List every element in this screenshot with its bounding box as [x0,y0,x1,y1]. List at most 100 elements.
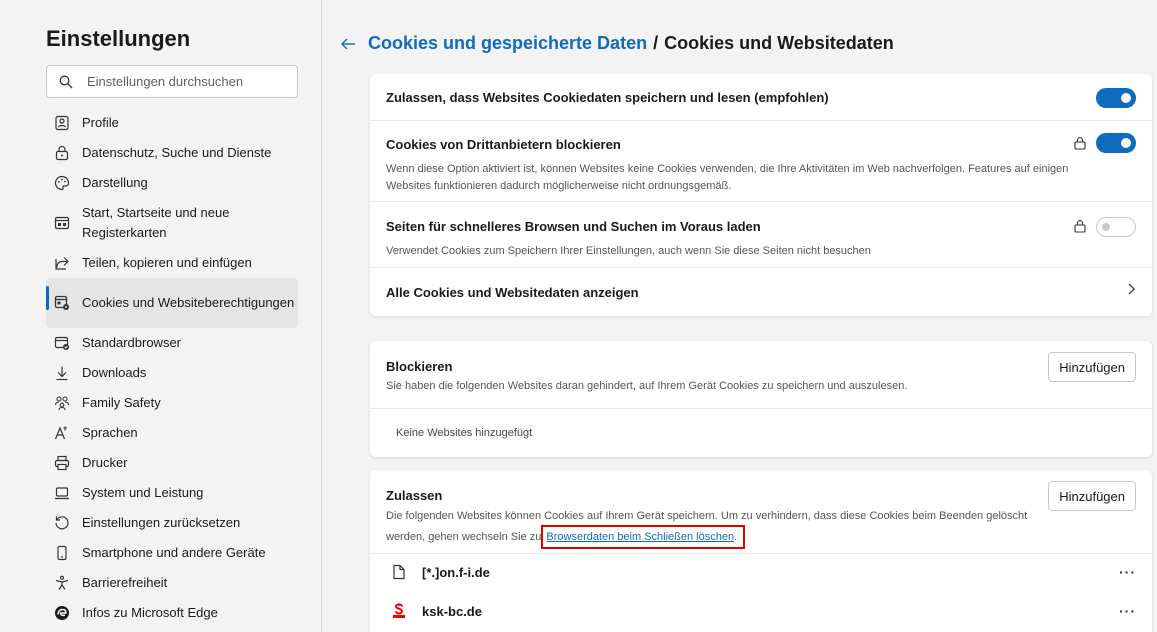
sidebar-item-label: Darstellung [82,175,148,190]
printer-icon [54,455,70,471]
policy-lock-icon [1074,219,1086,233]
allow-cookies-label: Zulassen, dass Websites Cookiedaten spei… [386,90,829,105]
sidebar-item-label: Drucker [82,455,128,470]
profile-icon [54,115,70,131]
allowed-site-row: [*.]on.f-i.de ··· [370,554,1152,590]
block-third-party-toggle[interactable] [1096,133,1136,153]
sidebar-item-cookies[interactable]: Cookies und Websiteberechtigungen [46,278,298,328]
search-input[interactable] [87,74,287,89]
settings-nav: Profile Datenschutz, Suche und Dienste D… [46,108,298,628]
download-icon [54,365,70,381]
breadcrumb-separator: / [653,33,659,53]
allow-description-line1: Die folgenden Websites können Cookies au… [386,510,1028,522]
allowed-site-name: ksk-bc.de [422,603,482,619]
allow-add-button[interactable]: Hinzufügen [1048,481,1136,511]
allow-cookies-row: Zulassen, dass Websites Cookiedaten spei… [370,74,1152,121]
sidebar-item-system[interactable]: System und Leistung [46,478,298,508]
allow-header-row: Zulassen Die folgenden Websites können C… [370,470,1152,554]
sidebar-item-privacy[interactable]: Datenschutz, Suche und Dienste [46,138,298,168]
sidebar-item-label: System und Leistung [82,485,204,500]
sidebar-item-label: Smartphone und andere Geräte [82,545,266,560]
reset-icon [54,515,70,531]
settings-main: Cookies und gespeicherte Daten / Cookies… [340,0,1157,632]
search-box[interactable] [46,65,298,98]
block-third-party-row: Cookies von Drittanbietern blockieren We… [370,121,1152,202]
edge-logo-icon [54,605,70,621]
sidebar-item-label: Standardbrowser [82,335,181,350]
sidebar-item-label: Family Safety [82,395,161,410]
sidebar-item-share[interactable]: Teilen, kopieren und einfügen [46,248,298,278]
sidebar-item-reset[interactable]: Einstellungen zurücksetzen [46,508,298,538]
start-page-icon [54,215,70,231]
sidebar-item-accessibility[interactable]: Barrierefreiheit [46,568,298,598]
block-add-button[interactable]: Hinzufügen [1048,352,1136,382]
allowed-site-row: ksk-bc.de ··· [370,590,1152,632]
sidebar-item-label: Teilen, kopieren und einfügen [82,255,252,270]
block-title: Blockieren [386,359,453,374]
block-empty-text: Keine Websites hinzugefügt [396,427,533,439]
smartphone-icon [54,545,70,561]
family-icon [54,395,70,411]
arrow-left-icon[interactable] [340,36,356,52]
block-description: Sie haben die folgenden Websites daran g… [386,380,908,392]
allowed-site-name: [*.]on.f-i.de [422,564,490,580]
allow-cookies-toggle[interactable] [1096,88,1136,108]
block-header-row: Blockieren Sie haben die folgenden Websi… [370,341,1152,409]
block-empty-row: Keine Websites hinzugefügt [370,409,1152,457]
block-card: Blockieren Sie haben die folgenden Websi… [370,341,1152,457]
breadcrumb: Cookies und gespeicherte Daten / Cookies… [340,33,894,54]
file-icon [392,564,406,580]
see-all-cookies-label: Alle Cookies und Websitedaten anzeigen [386,285,639,300]
sidebar-item-label: Barrierefreiheit [82,575,168,590]
search-icon [59,75,73,89]
policy-lock-icon [1074,136,1086,150]
link-suffix: . [734,531,738,543]
palette-icon [54,175,70,191]
cookie-settings-card: Zulassen, dass Websites Cookiedaten spei… [370,74,1152,316]
sidebar-item-profile[interactable]: Profile [46,108,298,138]
more-options-icon[interactable]: ··· [1119,603,1136,619]
settings-sidebar: Einstellungen Profile Datenschutz, Suche… [0,0,322,632]
allow-card: Zulassen Die folgenden Websites können C… [370,470,1152,632]
preload-row: Seiten für schnelleres Browsen und Suche… [370,202,1152,268]
sidebar-item-label: Infos zu Microsoft Edge [82,605,218,620]
clear-on-close-link[interactable]: Browserdaten beim Schließen löschen [546,531,734,543]
sidebar-item-label: Profile [82,115,119,130]
block-third-party-label: Cookies von Drittanbietern blockieren [386,137,621,152]
see-all-cookies-row[interactable]: Alle Cookies und Websitedaten anzeigen [370,268,1152,316]
allow-description-line2: werden, gehen wechseln Sie zu [386,531,545,543]
sidebar-item-about[interactable]: Infos zu Microsoft Edge [46,598,298,628]
sidebar-item-downloads[interactable]: Downloads [46,358,298,388]
preload-label: Seiten für schnelleres Browsen und Suche… [386,219,761,234]
sidebar-item-start[interactable]: Start, Startseite und neue Registerkarte… [46,198,298,248]
sidebar-item-languages[interactable]: Sprachen [46,418,298,448]
sidebar-item-printers[interactable]: Drucker [46,448,298,478]
sidebar-item-family-safety[interactable]: Family Safety [46,388,298,418]
sidebar-item-label: Start, Startseite und neue Registerkarte… [82,205,230,240]
page-title: Cookies und Websitedaten [664,33,894,53]
sparkasse-icon [392,603,406,619]
sidebar-item-label: Cookies und Websiteberechtigungen [82,295,295,310]
preload-description: Verwendet Cookies zum Speichern Ihrer Ei… [386,245,871,257]
preload-toggle[interactable] [1096,217,1136,237]
allow-description: Die folgenden Websites können Cookies au… [386,508,1076,549]
sidebar-item-default-browser[interactable]: Standardbrowser [46,328,298,358]
chevron-right-icon [1126,282,1136,301]
default-browser-icon [54,335,70,351]
sidebar-title: Einstellungen [46,26,191,51]
accessibility-icon [54,575,70,591]
sidebar-item-label: Sprachen [82,425,138,440]
sidebar-item-label: Datenschutz, Suche und Dienste [82,145,272,160]
sidebar-item-appearance[interactable]: Darstellung [46,168,298,198]
share-icon [54,255,70,271]
lock-icon [54,145,70,161]
cookies-icon [54,295,70,311]
sidebar-item-label: Einstellungen zurücksetzen [82,515,241,530]
breadcrumb-parent-link[interactable]: Cookies und gespeicherte Daten [368,33,647,54]
laptop-icon [54,485,70,501]
sidebar-item-label: Downloads [82,365,147,380]
highlight-box: Browserdaten beim Schließen löschen. [541,525,746,549]
sidebar-item-phone[interactable]: Smartphone und andere Geräte [46,538,298,568]
more-options-icon[interactable]: ··· [1119,564,1136,580]
block-third-party-description: Wenn diese Option aktiviert ist, können … [386,163,1069,192]
